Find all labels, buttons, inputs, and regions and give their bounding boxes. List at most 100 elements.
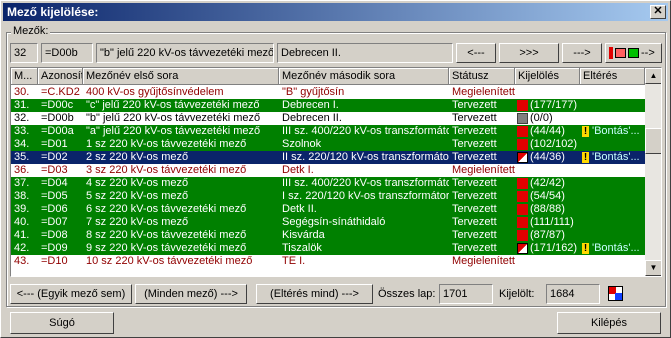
cell-n1: 1 sz 220 kV-os távvezetéki mező: [86, 138, 247, 150]
cell-azon: =D08: [41, 229, 68, 241]
cell-elt: [580, 255, 645, 268]
cell-n2: Debrecen I.: [282, 99, 339, 111]
cell-num: 34.: [14, 138, 30, 150]
cell-n2: Detk I.: [282, 164, 314, 176]
selection-status-icon: [608, 286, 623, 301]
cell-kij: (44/44): [515, 125, 580, 138]
cell-status: Tervezett: [452, 242, 497, 254]
cell-kij: (42/42): [515, 177, 580, 190]
selection-mark-icon: [517, 139, 528, 150]
selection-mark-icon: [517, 113, 528, 124]
diff-all-button[interactable]: (Eltérés mind) --->: [256, 284, 373, 304]
scroll-up-icon[interactable]: ▲: [645, 68, 661, 84]
cell-n2: "B" gyűjtősín: [282, 86, 345, 98]
col-header-azonosito[interactable]: Azonosító: [38, 68, 83, 85]
col-header-diff[interactable]: Eltérés: [580, 68, 645, 85]
cell-num: 30.: [14, 86, 30, 98]
table-row[interactable]: 40. =D07 7 sz 220 kV-os mező Segégsín-sínát…: [11, 216, 645, 229]
cell-azon: =D00b: [41, 112, 74, 124]
cell-n2: II sz. 220/120 kV-os transzformátor: [282, 151, 449, 163]
cell-elt: ! 'Bontás'...: [580, 151, 645, 164]
close-button[interactable]: ✕: [650, 5, 666, 19]
selection-mark-icon: [517, 243, 528, 254]
legend-button[interactable]: -->: [605, 43, 662, 63]
next-all-button[interactable]: >>>: [499, 43, 559, 63]
table-row[interactable]: 43. =D10 10 sz 220 kV-os távvezetéki mező T…: [11, 255, 645, 268]
table-row[interactable]: 36. =D03 3 sz 220 kV-os távvezetéki mező De…: [11, 164, 645, 177]
vertical-scrollbar[interactable]: ▲ ▼: [645, 68, 661, 276]
col-header-selection[interactable]: Kijelölés: [515, 68, 580, 85]
col-header-name1[interactable]: Mezőnév első sora: [83, 68, 279, 85]
cell-kij: (54/54): [515, 190, 580, 203]
fields-table: M... Azonosító Mezőnév első sora Mezőnév…: [10, 67, 662, 277]
cell-elt: [580, 99, 645, 112]
cell-azon: =D10: [41, 255, 68, 267]
cell-n1: 400 kV-os gyűjtősínvédelem: [86, 86, 224, 98]
col-header-name2[interactable]: Mezőnév második sora: [279, 68, 449, 85]
cell-num: 36.: [14, 164, 30, 176]
exit-button[interactable]: Kilépés: [557, 312, 661, 334]
table-row[interactable]: 42. =D09 9 sz 220 kV-os távvezetéki mező Ti…: [11, 242, 645, 255]
cell-azon: =D04: [41, 177, 68, 189]
cell-kij: (87/87): [515, 229, 580, 242]
selection-count: (88/88): [530, 203, 565, 215]
cell-n1: 10 sz 220 kV-os távvezetéki mező: [86, 255, 253, 267]
cell-n1: 9 sz 220 kV-os távvezetéki mező: [86, 242, 247, 254]
cell-n1: "b" jelű 220 kV-os távvezetéki mező: [86, 112, 261, 124]
cell-azon: =C.KD2: [41, 86, 80, 98]
field-azonosito: =D00b: [41, 43, 93, 63]
col-header-status[interactable]: Státusz: [449, 68, 515, 85]
table-row[interactable]: 34. =D01 1 sz 220 kV-os távvezetéki mező Sz…: [11, 138, 645, 151]
cell-num: 43.: [14, 255, 30, 267]
col-header-num[interactable]: M...: [11, 68, 38, 85]
table-row[interactable]: 41. =D08 8 sz 220 kV-os távvezetéki mező Ki…: [11, 229, 645, 242]
cell-azon: =D06: [41, 203, 68, 215]
next-button[interactable]: --->: [562, 43, 602, 63]
table-row[interactable]: 35. =D02 2 sz 220 kV-os mező II sz. 220/120…: [11, 151, 645, 164]
cell-elt: [580, 138, 645, 151]
selection-count: (54/54): [530, 190, 565, 202]
cell-n1: 7 sz 220 kV-os mező: [86, 216, 189, 228]
cell-elt: [580, 203, 645, 216]
cell-kij: (177/177): [515, 99, 580, 112]
help-button[interactable]: Súgó: [10, 312, 114, 334]
table-row[interactable]: 39. =D06 6 sz 220 kV-os távvezetéki mező De…: [11, 203, 645, 216]
cell-num: 35.: [14, 151, 30, 163]
table-row[interactable]: 32. =D00b "b" jelű 220 kV-os távvezetéki m…: [11, 112, 645, 125]
cell-azon: =D01: [41, 138, 68, 150]
scroll-down-icon[interactable]: ▼: [645, 260, 661, 276]
cell-n2: TE I.: [282, 255, 306, 267]
cell-status: Tervezett: [452, 177, 497, 189]
table-row[interactable]: 31. =D00c "c" jelű 220 kV-os távvezetéki m…: [11, 99, 645, 112]
select-none-button[interactable]: <--- (Egyik mező sem): [10, 284, 132, 304]
scroll-thumb[interactable]: [645, 128, 661, 154]
selection-count: (44/36): [530, 151, 565, 163]
select-all-button[interactable]: (Minden mező) --->: [135, 284, 247, 304]
cell-num: 41.: [14, 229, 30, 241]
selection-count: (177/177): [530, 99, 578, 111]
selection-mark-icon: [517, 126, 528, 137]
green-square-icon: [628, 48, 639, 58]
cell-elt: [580, 229, 645, 242]
table-row[interactable]: 30. =C.KD2 400 kV-os gyűjtősínvédelem "B" g…: [11, 86, 645, 99]
cell-n2: Detk II.: [282, 203, 317, 215]
table-row[interactable]: 37. =D04 4 sz 220 kV-os mező III sz. 400/22…: [11, 177, 645, 190]
selection-count: (102/102): [530, 138, 578, 150]
table-row[interactable]: 38. =D05 5 sz 220 kV-os mező I sz. 220/120 …: [11, 190, 645, 203]
table-row[interactable]: 33. =D00a "a" jelű 220 kV-os távvezetéki m…: [11, 125, 645, 138]
cell-status: Tervezett: [452, 99, 497, 111]
selection-mark-icon: [517, 100, 528, 111]
cell-num: 33.: [14, 125, 30, 137]
cell-n1: "c" jelű 220 kV-os távvezetéki mező: [86, 99, 260, 111]
cell-azon: =D00c: [41, 99, 74, 111]
cell-kij: (88/88): [515, 203, 580, 216]
diff-text: 'Bontás'...: [592, 151, 640, 163]
cell-status: Tervezett: [452, 229, 497, 241]
selection-count: (44/44): [530, 125, 565, 137]
window-title: Mező kijelölése:: [7, 5, 99, 19]
cell-n2: Kisvárda: [282, 229, 325, 241]
selected-label: Kijelölt:: [499, 288, 535, 300]
cell-n1: 5 sz 220 kV-os mező: [86, 190, 189, 202]
cell-n1: 4 sz 220 kV-os mező: [86, 177, 189, 189]
prev-button[interactable]: <---: [456, 43, 496, 63]
